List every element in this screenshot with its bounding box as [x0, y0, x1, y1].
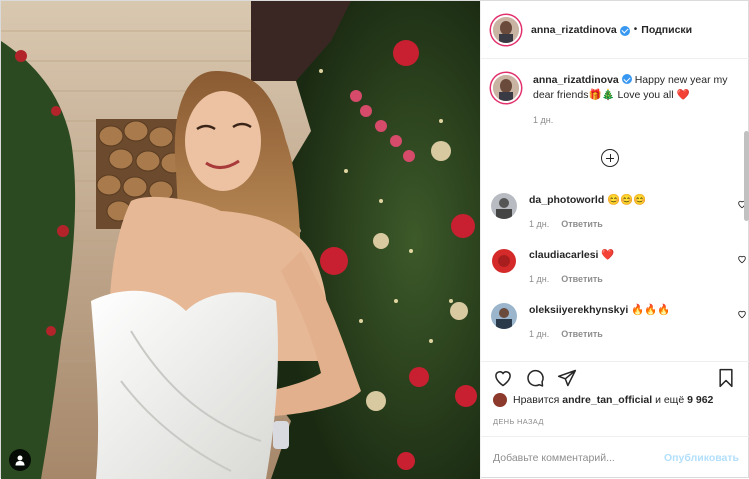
add-comment-bar: Опубликовать	[481, 436, 749, 479]
comment-bubble-icon[interactable]	[525, 368, 545, 388]
comment-time[interactable]: 1 дн.	[529, 274, 549, 284]
post-caption: anna_rizatdinova Happy new year my dear …	[491, 73, 731, 128]
comment-username[interactable]: da_photoworld	[529, 194, 604, 206]
comment-body: claudiacarlesi ❤️ 1 дн. Ответить	[529, 248, 614, 286]
comment-time[interactable]: 1 дн.	[529, 329, 549, 339]
liker-avatar[interactable]	[493, 393, 507, 407]
comment-username[interactable]: oleksiiyerekhynskyi	[529, 304, 628, 316]
comment-time[interactable]: 1 дн.	[529, 219, 549, 229]
author-avatar[interactable]	[491, 14, 521, 45]
comment-text: 🔥🔥🔥	[631, 304, 671, 316]
comment-item: claudiacarlesi ❤️ 1 дн. Ответить	[491, 248, 746, 286]
separator-dot: •	[633, 24, 638, 35]
user-tag-icon	[15, 455, 25, 466]
likes-count[interactable]: 9 962	[687, 394, 713, 406]
heart-icon[interactable]	[737, 309, 747, 319]
publish-button[interactable]: Опубликовать	[664, 452, 739, 464]
caption-author-avatar[interactable]	[491, 73, 521, 103]
verified-badge-icon	[621, 74, 632, 84]
heart-icon[interactable]	[737, 254, 747, 264]
comment-text: ❤️	[601, 249, 615, 261]
likes-summary[interactable]: Нравится andre_tan_official и ещё 9 962	[493, 393, 713, 407]
comments-list[interactable]: anna_rizatdinova Happy new year my dear …	[481, 59, 749, 361]
load-more-comments-button[interactable]	[601, 149, 619, 167]
instagram-post-modal: anna_rizatdinova • Подписки anna_rizatdi…	[0, 0, 749, 479]
liker-username[interactable]: andre_tan_official	[562, 394, 652, 406]
post-photo[interactable]	[1, 1, 480, 479]
comment-input[interactable]	[493, 452, 665, 464]
reply-button[interactable]: Ответить	[561, 219, 603, 229]
following-button[interactable]: Подписки	[641, 24, 692, 36]
comments-scrollbar[interactable]	[744, 131, 749, 221]
reply-button[interactable]: Ответить	[561, 329, 603, 339]
post-photo-image	[1, 1, 480, 479]
comment-item: da_photoworld 😊😊😊 1 дн. Ответить	[491, 193, 746, 231]
likes-middle: и ещё	[655, 394, 685, 406]
comment-username[interactable]: claudiacarlesi	[529, 249, 598, 261]
heart-icon[interactable]	[493, 368, 513, 388]
post-side-panel: anna_rizatdinova • Подписки anna_rizatdi…	[480, 1, 749, 479]
comment-avatar[interactable]	[491, 193, 517, 219]
likes-prefix: Нравится	[513, 394, 560, 406]
comment-text: 😊😊😊	[607, 194, 647, 206]
caption-body: anna_rizatdinova Happy new year my dear …	[533, 73, 731, 128]
caption-time[interactable]: 1 дн.	[533, 113, 731, 128]
comment-body: da_photoworld 😊😊😊 1 дн. Ответить	[529, 193, 646, 231]
reply-button[interactable]: Ответить	[561, 274, 603, 284]
verified-badge-icon	[619, 25, 630, 36]
caption-author-username[interactable]: anna_rizatdinova	[533, 74, 619, 86]
author-username[interactable]: anna_rizatdinova	[531, 24, 617, 36]
comment-body: oleksiiyerekhynskyi 🔥🔥🔥 1 дн. Ответить	[529, 303, 670, 341]
post-timestamp[interactable]: ДЕНЬ НАЗАД	[493, 417, 544, 426]
comment-avatar[interactable]	[491, 248, 517, 274]
paper-plane-icon[interactable]	[557, 368, 577, 388]
tagged-users-button[interactable]	[9, 449, 31, 471]
bookmark-icon[interactable]	[717, 368, 735, 388]
post-header: anna_rizatdinova • Подписки	[481, 1, 749, 59]
comment-item: oleksiiyerekhynskyi 🔥🔥🔥 1 дн. Ответить	[491, 303, 746, 341]
comment-avatar[interactable]	[491, 303, 517, 329]
